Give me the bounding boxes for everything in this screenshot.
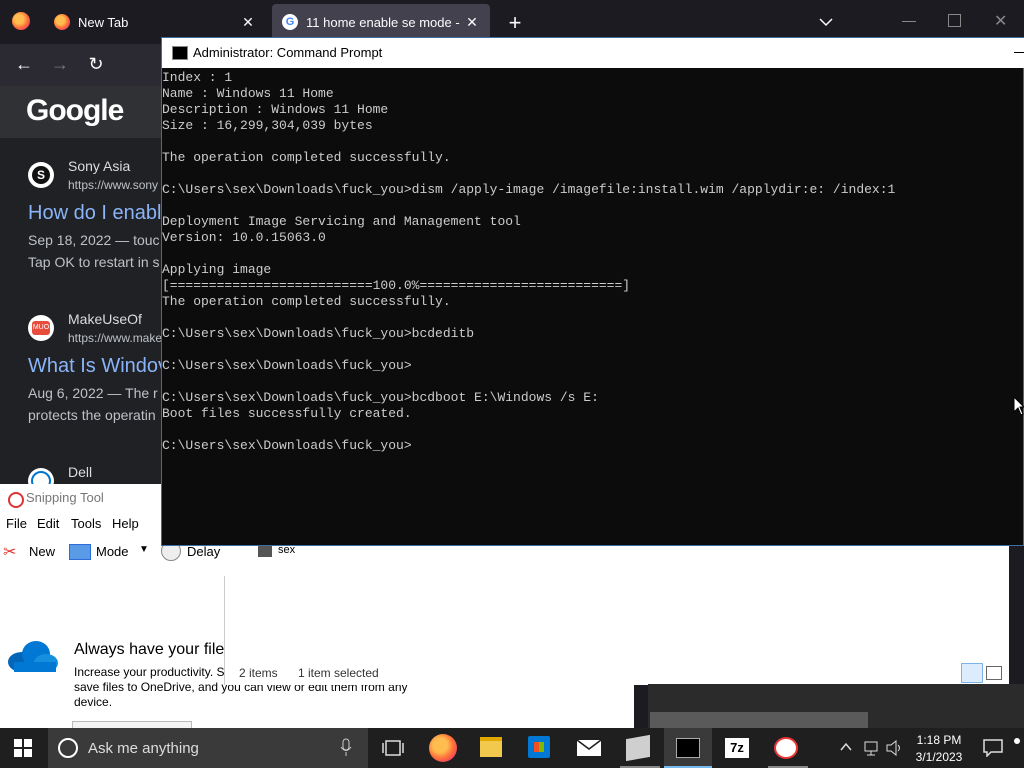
mail-taskbar-icon[interactable] [576,739,602,756]
details-view-icon[interactable] [961,663,983,683]
result-title-link[interactable]: What Is Windov [28,355,168,378]
mode-dropdown-arrow-icon[interactable]: ▼ [139,544,149,555]
google-results-page [0,86,162,484]
large-icons-view-icon[interactable] [986,666,1002,680]
clock-time[interactable]: 1:18 PM [913,733,965,747]
menu-help[interactable]: Help [112,516,139,531]
tab-title: New Tab [78,14,129,30]
volume-icon[interactable] [886,740,904,756]
tab-new-tab[interactable]: New Tab ✕ [44,4,266,40]
mouse-cursor-icon [1013,396,1024,416]
cortana-icon [58,738,78,758]
close-tab-icon[interactable]: ✕ [240,14,256,31]
google-icon: G [282,14,298,30]
mode-button[interactable]: Mode [96,544,129,559]
chevron-down-icon[interactable] [818,16,834,28]
menu-tools[interactable]: Tools [71,516,101,531]
tab-google-search[interactable]: G 11 home enable se mode - Goo ✕ [272,4,490,40]
snipping-tool-title: Snipping Tool [26,490,104,505]
result-snippet: Sep 18, 2022 — touc [28,232,160,248]
clock-date[interactable]: 3/1/2023 [913,750,965,764]
status-selected-count: 1 item selected [298,666,379,680]
menu-edit[interactable]: Edit [37,516,59,531]
result-snippet: protects the operatin [28,407,156,423]
minimize-icon[interactable] [902,14,916,28]
close-window-icon[interactable]: ✕ [994,11,1007,31]
delay-button[interactable]: Delay [187,544,220,559]
restore-icon[interactable] [948,14,961,27]
onedrive-body: Increase your productivity. Si [74,665,228,679]
result-site-name: Dell [68,464,93,480]
result-url: https://www.sony [68,178,159,192]
result-site-name: MakeUseOf [68,311,142,327]
result-snippet: Aug 6, 2022 — The r [28,385,158,401]
close-tab-icon[interactable]: ✕ [464,14,480,31]
makeuseof-site-icon: MUO [28,315,54,341]
console-minimize-icon[interactable] [1014,52,1024,53]
search-placeholder: Ask me anything [88,740,199,757]
result-url: https://www.make [68,331,163,345]
new-tab-button[interactable]: + [504,10,526,35]
snipping-tool-icon [8,492,24,508]
folder-icon [258,545,272,557]
action-center-icon[interactable] [983,739,1003,757]
firefox-taskbar-icon[interactable] [429,734,457,762]
file-explorer-taskbar-icon[interactable] [480,737,502,757]
scissors-icon: ✂ [3,544,17,561]
result-site-name: Sony Asia [68,158,131,174]
firefox-icon [54,14,70,30]
cmd-taskbar-icon [676,738,700,758]
microphone-icon[interactable] [340,738,352,758]
sony-site-icon: S [28,162,54,188]
file-explorer-window [224,545,1009,685]
windows-start-icon[interactable] [14,739,32,757]
virtualbox-taskbar-icon[interactable] [626,734,650,762]
reload-icon[interactable]: ↻ [84,52,108,76]
mode-icon [69,544,91,560]
notification-badge [1014,738,1020,744]
network-icon[interactable] [862,740,880,756]
onedrive-cloud-icon [8,641,58,672]
tab-title: 11 home enable se mode - Goo [306,14,464,30]
google-logo[interactable]: Google [26,94,124,128]
onedrive-body: device. [74,695,113,709]
scrollbar-thumb[interactable] [650,712,868,728]
result-snippet: Tap OK to restart in s [28,254,160,270]
onedrive-heading: Always have your files [74,641,233,658]
result-title-link[interactable]: How do I enabl [28,202,161,225]
console-title: Administrator: Command Prompt [193,45,383,60]
status-item-count: 2 items [239,666,278,680]
new-snip-button[interactable]: New [29,544,55,559]
7zip-taskbar-icon[interactable]: 7z [725,738,749,758]
chevron-up-icon[interactable] [840,742,852,752]
firefox-menu-icon[interactable] [12,12,30,30]
console-icon [172,46,188,60]
snipping-tool-taskbar-icon[interactable] [774,737,798,759]
console-output[interactable]: Index : 1 Name : Windows 11 Home Descrip… [162,70,1022,454]
task-view-icon[interactable] [382,738,404,758]
menu-file[interactable]: File [6,516,27,531]
back-arrow-icon[interactable]: ← [12,52,36,76]
forward-arrow-icon[interactable]: → [48,52,72,76]
store-taskbar-icon[interactable] [528,736,550,758]
